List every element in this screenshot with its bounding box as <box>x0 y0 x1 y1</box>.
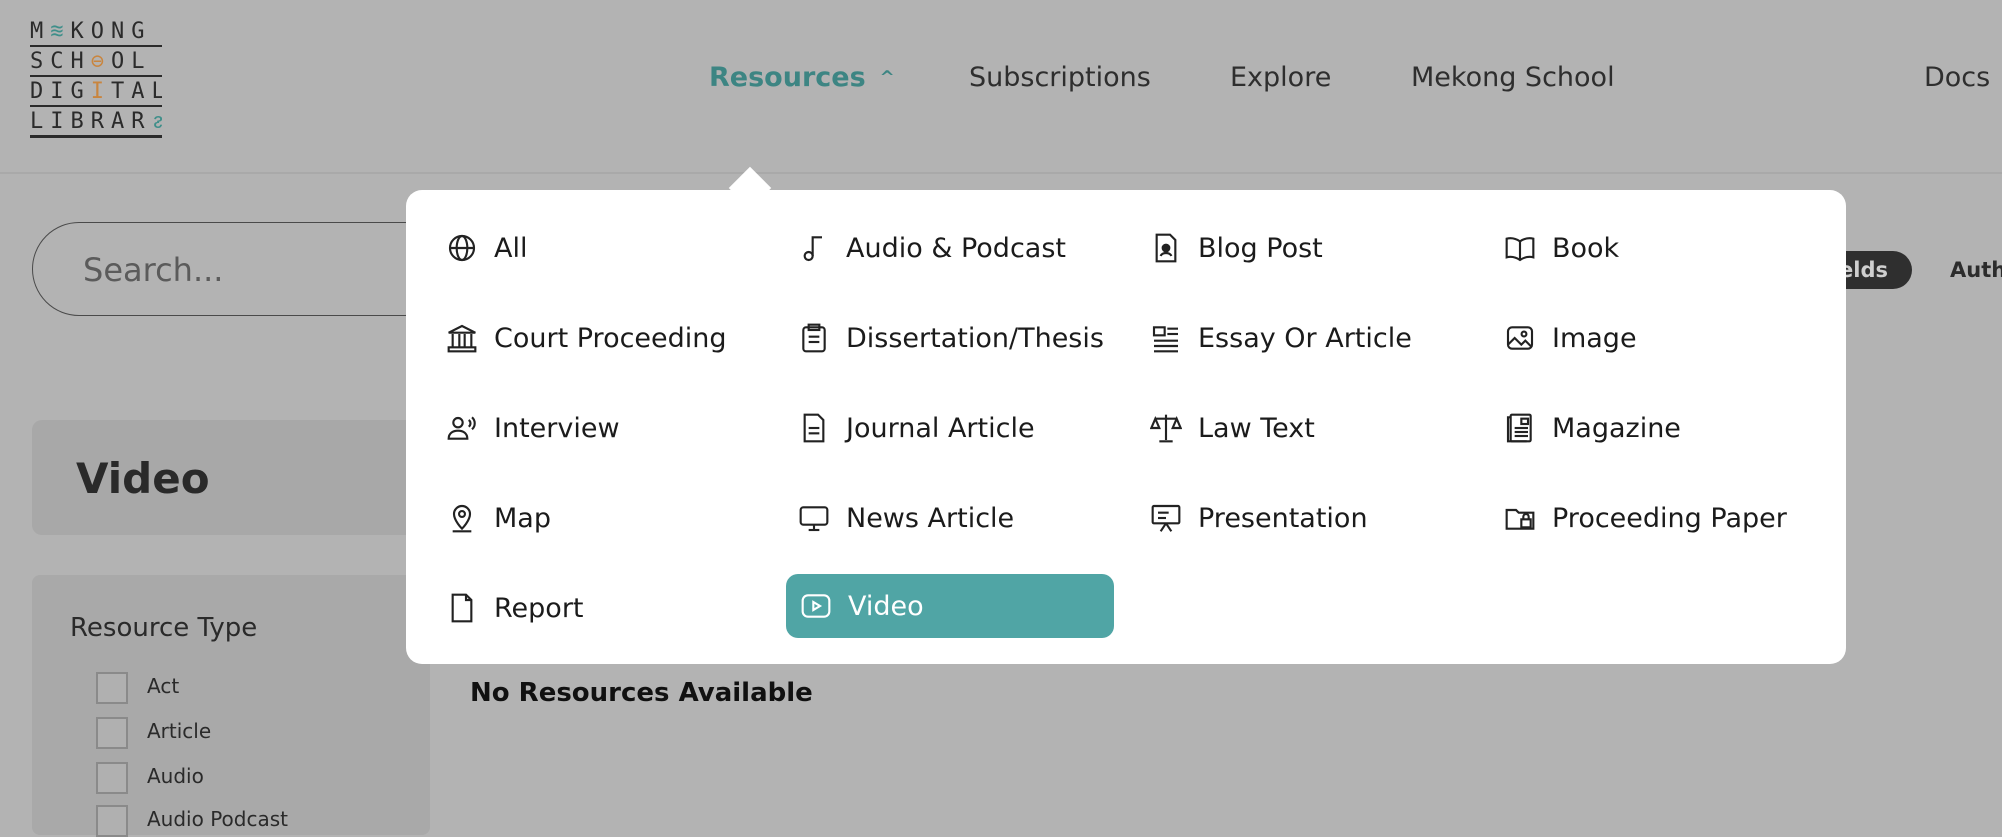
author-tab[interactable]: Auth <box>1950 258 2002 282</box>
menu-item-journal-article[interactable]: Journal Article <box>798 397 1035 459</box>
folder-lock-icon <box>1505 508 1535 530</box>
page-title-panel: Video <box>32 420 452 535</box>
checkbox-act[interactable] <box>96 672 128 704</box>
menu-item-essay-or-article[interactable]: Essay Or Article <box>1150 307 1412 369</box>
filter-sidebar: Resource Type Act Article Audio Audio Po… <box>32 575 430 837</box>
menu-item-court-proceeding[interactable]: Court Proceeding <box>446 307 727 369</box>
menu-item-news-article[interactable]: News Article <box>798 487 1014 549</box>
menu-item-blog-post[interactable]: Blog Post <box>1150 217 1323 279</box>
nav-docs[interactable]: Docs <box>1924 62 1990 93</box>
top-header: M≋KONG SCH⊖OL DIGITAL LIBRARᴤ Resources ^… <box>0 0 2002 174</box>
scales-icon <box>1150 414 1182 443</box>
music-note-icon <box>803 236 822 262</box>
checkbox-article[interactable] <box>96 717 128 749</box>
magazine-icon <box>1506 413 1532 443</box>
menu-item-interview[interactable]: Interview <box>446 397 620 459</box>
nav-resources[interactable]: Resources ^ <box>709 62 895 93</box>
interview-icon <box>447 416 476 440</box>
menu-item-audio-podcast[interactable]: Audio & Podcast <box>798 217 1066 279</box>
menu-item-magazine[interactable]: Magazine <box>1504 397 1681 459</box>
nav-resources-label: Resources <box>709 62 866 93</box>
menu-item-dissertation-thesis[interactable]: Dissertation/Thesis <box>798 307 1104 369</box>
search-placeholder: Search... <box>83 251 224 289</box>
image-icon <box>1506 326 1534 350</box>
nav-explore[interactable]: Explore <box>1230 62 1331 93</box>
menu-item-presentation[interactable]: Presentation <box>1150 487 1368 549</box>
blog-icon <box>1155 233 1177 263</box>
chevron-up-icon: ^ <box>879 67 895 88</box>
checkbox-audio-podcast[interactable] <box>96 805 128 837</box>
nav-mekong-school[interactable]: Mekong School <box>1411 62 1615 93</box>
article-icon <box>1152 326 1178 353</box>
book-icon <box>1505 237 1535 262</box>
checkbox-label: Act <box>147 674 180 698</box>
menu-item-image[interactable]: Image <box>1504 307 1637 369</box>
monitor-icon <box>799 506 829 532</box>
mekong-school-digital-library-logo[interactable]: M≋KONG SCH⊖OL DIGITAL LIBRARᴤ <box>30 17 162 138</box>
file-icon <box>451 593 473 623</box>
map-pin-icon <box>452 505 472 533</box>
menu-item-video[interactable]: Video <box>786 574 1114 638</box>
menu-item-law-text[interactable]: Law Text <box>1150 397 1315 459</box>
nav-subscriptions[interactable]: Subscriptions <box>969 62 1151 93</box>
menu-item-proceeding-paper[interactable]: Proceeding Paper <box>1504 487 1787 549</box>
checkbox-label: Audio <box>147 764 204 788</box>
checkbox-audio[interactable] <box>96 762 128 794</box>
document-icon <box>803 413 825 443</box>
menu-item-all[interactable]: All <box>446 217 527 279</box>
menu-item-report[interactable]: Report <box>446 577 584 639</box>
play-icon <box>801 594 831 618</box>
globe-icon <box>448 234 476 262</box>
checkbox-label: Article <box>147 719 212 743</box>
menu-item-book[interactable]: Book <box>1504 217 1619 279</box>
search-input[interactable]: Search... <box>32 222 452 316</box>
presentation-icon <box>1151 504 1181 532</box>
menu-item-map[interactable]: Map <box>446 487 551 549</box>
courthouse-icon <box>447 324 477 353</box>
resources-dropdown-menu: All Audio & Podcast Blog Post Book Court… <box>406 190 1846 664</box>
checkbox-label: Audio Podcast <box>147 807 288 831</box>
resource-type-heading: Resource Type <box>70 613 258 643</box>
empty-state-message: No Resources Available <box>470 678 813 708</box>
page-title: Video <box>76 454 210 503</box>
clipboard-icon <box>802 323 826 353</box>
